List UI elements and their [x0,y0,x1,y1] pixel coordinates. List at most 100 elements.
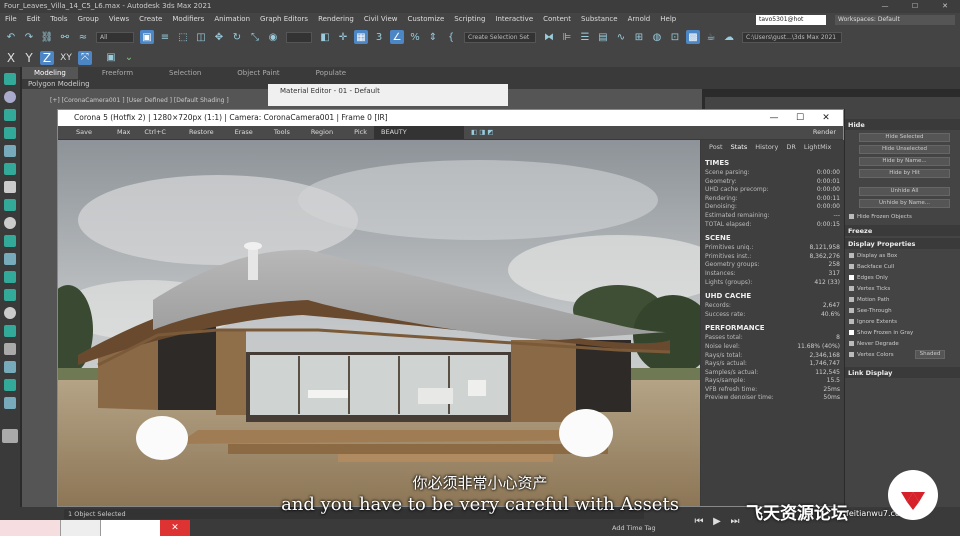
vfb-copy-button[interactable]: Ctrl+C [137,126,173,139]
menu-substance[interactable]: Substance [576,13,623,26]
layer-explorer-icon[interactable]: ☰ [578,30,592,44]
align-icon[interactable]: ⊫ [560,30,574,44]
vfb-render-element-dropdown[interactable]: BEAUTY [374,126,465,139]
hide-selected-button[interactable]: Hide Selected [859,133,950,142]
vfb-erase-button[interactable]: Erase [221,126,260,139]
gear-icon[interactable] [4,217,16,229]
hide-frozen-checkbox[interactable]: Hide Frozen Objects [849,212,956,221]
door-icon[interactable] [4,181,16,193]
menu-create[interactable]: Create [134,13,167,26]
minimize-button[interactable]: — [870,0,900,13]
axis-y-button[interactable]: Y [22,51,36,65]
render-production-icon[interactable]: ☕ [704,30,718,44]
reference-coord-dropdown[interactable] [286,31,312,43]
menu-help[interactable]: Help [655,13,681,26]
placement-icon[interactable]: ◉ [266,30,280,44]
shaded-button[interactable]: Shaded [915,350,945,359]
menu-civil-view[interactable]: Civil View [359,13,403,26]
next-frame-icon[interactable]: ⏭ [728,514,742,528]
grid-icon[interactable] [4,145,16,157]
tab-dr[interactable]: DR [782,140,800,154]
display-properties-header[interactable]: Display Properties [845,238,960,249]
undo-icon[interactable]: ↶ [4,30,18,44]
menu-edit[interactable]: Edit [22,13,46,26]
vfb-pick-button[interactable]: Pick [340,126,374,139]
mesh-icon[interactable] [4,379,16,391]
tab-selection[interactable]: Selection [157,67,213,79]
prev-frame-icon[interactable]: ⏮ [692,514,706,528]
panel-icon[interactable] [4,253,16,265]
taskbar-window-1[interactable] [0,520,60,536]
stairs-icon[interactable] [4,199,16,211]
play-icon[interactable]: ▶ [710,514,724,528]
menu-group[interactable]: Group [73,13,104,26]
vfb-render-button[interactable]: Render [806,126,843,139]
bind-spacewarp-icon[interactable]: ≈ [76,30,90,44]
sphere-icon[interactable] [4,91,16,103]
window-crossing-icon[interactable]: ◫ [194,30,208,44]
axis-z-button[interactable]: Z [40,50,54,65]
display-checkbox[interactable]: Motion Path [849,295,956,304]
axis-constraint-icon[interactable]: ⤧ [78,50,92,65]
eye-icon[interactable] [4,307,16,319]
display-checkbox[interactable]: Display as Box [849,251,956,260]
render-setup-icon[interactable]: ⊡ [668,30,682,44]
menu-file[interactable]: File [0,13,22,26]
vfb-tools-button[interactable]: Tools [260,126,297,139]
menu-scripting[interactable]: Scripting [449,13,490,26]
tab-object-paint[interactable]: Object Paint [225,67,291,79]
node-icon[interactable] [4,361,16,373]
close-button[interactable]: ✕ [930,0,960,13]
hide-rollout-header[interactable]: Hide [845,119,960,130]
freeze-rollout-header[interactable]: Freeze [845,225,960,236]
axis-xy-button[interactable]: XY [58,51,74,65]
maximize-button[interactable]: ☐ [900,0,930,13]
unhide-by-name-button[interactable]: Unhide by Name... [859,199,950,208]
rendered-frame-icon[interactable]: ▩ [686,30,700,44]
menu-customize[interactable]: Customize [403,13,450,26]
select-manipulate-icon[interactable]: ✛ [336,30,350,44]
create-selection-set-dropdown[interactable]: Create Selection Set [464,31,536,43]
hide-by-name-button[interactable]: Hide by Name... [859,157,950,166]
display-checkbox[interactable]: Never Degrade [849,339,956,348]
material-editor-window[interactable]: Material Editor - 01 - Default [268,84,508,106]
link-display-header[interactable]: Link Display [845,367,960,378]
vfb-max-button[interactable]: Max [99,126,137,139]
menu-animation[interactable]: Animation [209,13,255,26]
toggle-ribbon-icon[interactable]: ▤ [596,30,610,44]
vfb-zoom-icons[interactable]: ◧ ◨ ◩ [464,126,501,139]
spinner-snap-icon[interactable]: ⇕ [426,30,440,44]
edit-named-sets-icon[interactable]: { [444,30,458,44]
layout-icon[interactable] [2,429,18,443]
material-editor-icon[interactable]: ◍ [650,30,664,44]
hide-unselected-button[interactable]: Hide Unselected [859,145,950,154]
link-icon[interactable]: ⛓ [40,30,54,44]
vfb-maximize-button[interactable]: ☐ [787,110,813,126]
taskbar-window-3[interactable] [100,520,160,536]
move-icon[interactable]: ✥ [212,30,226,44]
bridge-icon[interactable] [4,235,16,247]
box-icon[interactable] [4,163,16,175]
menu-views[interactable]: Views [104,13,134,26]
tab-populate[interactable]: Populate [304,67,358,79]
vfb-save-button[interactable]: Save [58,126,99,139]
render-image[interactable] [58,140,700,506]
plant-icon[interactable] [4,325,16,337]
taskbar-close[interactable]: ✕ [160,520,190,536]
cylinder-icon[interactable] [4,127,16,139]
rotate-icon[interactable]: ↻ [230,30,244,44]
tab-modeling[interactable]: Modeling [22,67,78,79]
curve-editor-icon[interactable]: ∿ [614,30,628,44]
add-time-tag-button[interactable]: Add Time Tag [612,524,656,532]
display-checkbox[interactable]: Backface Cull [849,262,956,271]
schematic-view-icon[interactable]: ⊞ [632,30,646,44]
unhide-all-button[interactable]: Unhide All [859,187,950,196]
selection-filter-dropdown[interactable]: All [96,31,134,43]
menu-graph-editors[interactable]: Graph Editors [255,13,313,26]
vfb-close-button[interactable]: ✕ [813,110,839,126]
select-object-icon[interactable]: ▣ [140,30,154,44]
menu-tools[interactable]: Tools [45,13,72,26]
project-path[interactable]: C:\Users\gust...\3ds Max 2021 [742,31,842,43]
redo-icon[interactable]: ↷ [22,30,36,44]
axis-x-button[interactable]: X [4,51,18,65]
